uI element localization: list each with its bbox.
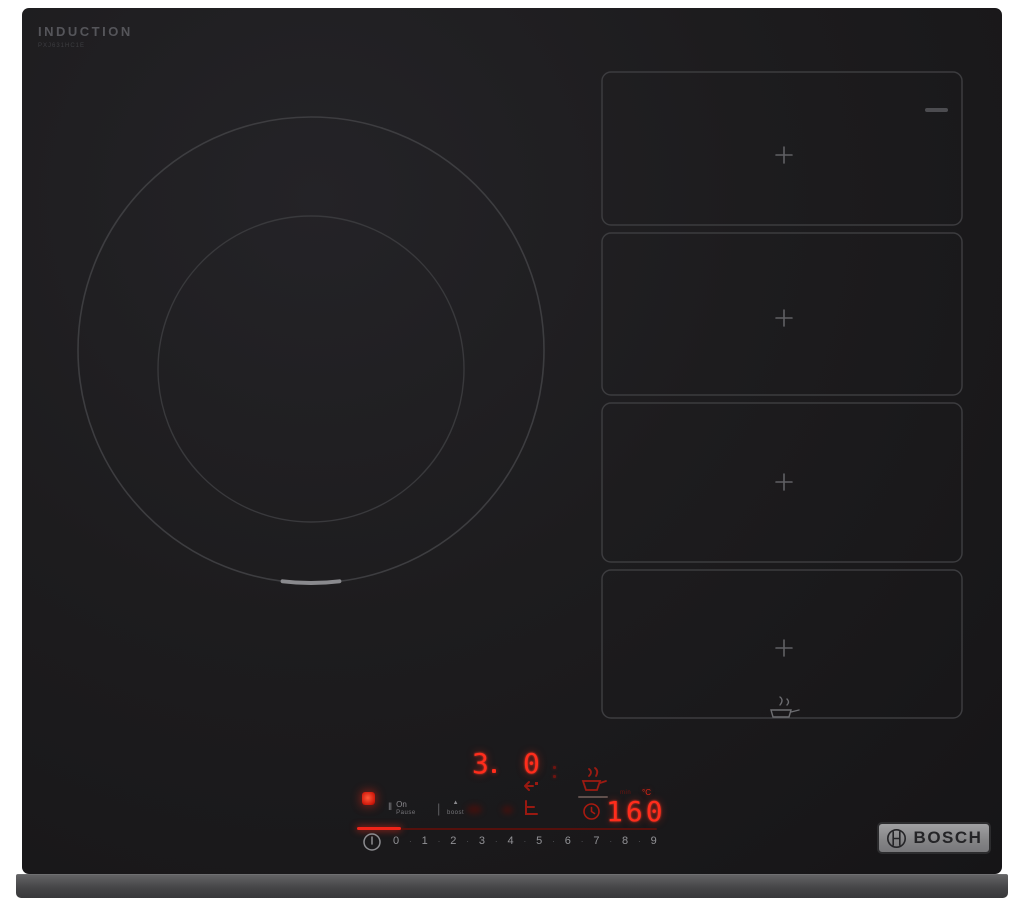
dim-indicator-glow — [502, 806, 513, 814]
slider-number-8[interactable]: 8 — [622, 835, 628, 847]
timer-clock-icon[interactable] — [582, 802, 601, 821]
zone-select-display: 0 — [523, 747, 542, 780]
display-separator-dot — [553, 766, 556, 769]
bosch-logo-badge: BOSCH — [877, 822, 991, 854]
frying-sensor-icon[interactable] — [579, 766, 609, 794]
temperature-display: 160 — [606, 795, 666, 828]
cooking-zones-overlay — [77, 71, 963, 719]
power-level-display: 3 — [472, 747, 491, 780]
slider-dot-separator: · — [580, 836, 584, 846]
slider-dot-separator: · — [523, 836, 527, 846]
pause-key[interactable]: ‖ On Pause — [388, 801, 416, 817]
slider-number-3[interactable]: 3 — [479, 835, 485, 847]
plus-icon — [775, 473, 793, 491]
flex-zone — [601, 71, 963, 719]
pause-label-pause: Pause — [396, 810, 416, 816]
slider-number-5[interactable]: 5 — [536, 835, 542, 847]
slider-number-9[interactable]: 9 — [651, 835, 657, 847]
boost-icon: ▲ — [452, 800, 459, 806]
slider-dot-separator: · — [552, 836, 555, 846]
frying-sensor-zone-mark-icon — [770, 696, 800, 718]
bosch-logo-text: BOSCH — [913, 828, 983, 847]
slider-number-4[interactable]: 4 — [508, 835, 514, 847]
flex-zone-segment-2 — [601, 232, 963, 396]
power-button-icon[interactable] — [362, 832, 382, 852]
slider-dot-separator: · — [494, 836, 498, 846]
slider-number-0[interactable]: 0 — [393, 835, 399, 847]
product-photo: INDUCTION PXJ631HC1E ‖ On Pause | ▲ boos… — [0, 0, 1024, 904]
slider-number-6[interactable]: 6 — [565, 835, 571, 847]
display-separator-dot — [553, 775, 556, 778]
hob-title: INDUCTION — [38, 24, 133, 39]
zone-plus-markers — [775, 146, 793, 657]
move-pan-icon — [524, 781, 538, 815]
hob-model-number: PXJ631HC1E — [38, 43, 86, 49]
circle-cooking-zone — [77, 116, 545, 585]
slider-level-indicator — [357, 827, 401, 830]
boost-key[interactable]: ▲ boost — [447, 800, 464, 817]
zone-front-marker — [280, 579, 342, 585]
pause-label-on: On — [396, 800, 407, 809]
plus-icon — [775, 639, 793, 657]
slider-dot-separator: · — [466, 836, 470, 846]
slider-dot-separator: · — [637, 836, 641, 846]
flex-zone-segment-4 — [601, 569, 963, 719]
slider-number-2[interactable]: 2 — [450, 835, 456, 847]
slider-dot-separator: · — [408, 836, 412, 846]
dim-indicator-glow — [467, 805, 482, 814]
flex-zone-segment-1 — [601, 71, 963, 226]
panel-divider-line — [578, 796, 608, 798]
power-slider-numbers[interactable]: 0 · 1 · 2 · 3 · 4 · 5 · 6 · 7 · 8 · 9 — [393, 835, 657, 847]
pause-icon: ‖ — [388, 802, 393, 813]
slider-dot-separator: · — [437, 836, 441, 846]
boost-label: boost — [447, 810, 465, 816]
key-divider: | — [437, 801, 441, 816]
wifi-home-connect-icon[interactable] — [362, 792, 375, 805]
glass-marking-dash — [925, 108, 948, 112]
bosch-symbol-icon — [886, 828, 906, 848]
slider-dot-separator: · — [609, 836, 613, 846]
plus-icon — [775, 146, 793, 164]
plus-icon — [775, 309, 793, 327]
slider-track[interactable] — [401, 827, 657, 830]
power-level-dot — [492, 769, 496, 773]
slider-number-1[interactable]: 1 — [422, 835, 428, 847]
slider-number-7[interactable]: 7 — [593, 835, 599, 847]
